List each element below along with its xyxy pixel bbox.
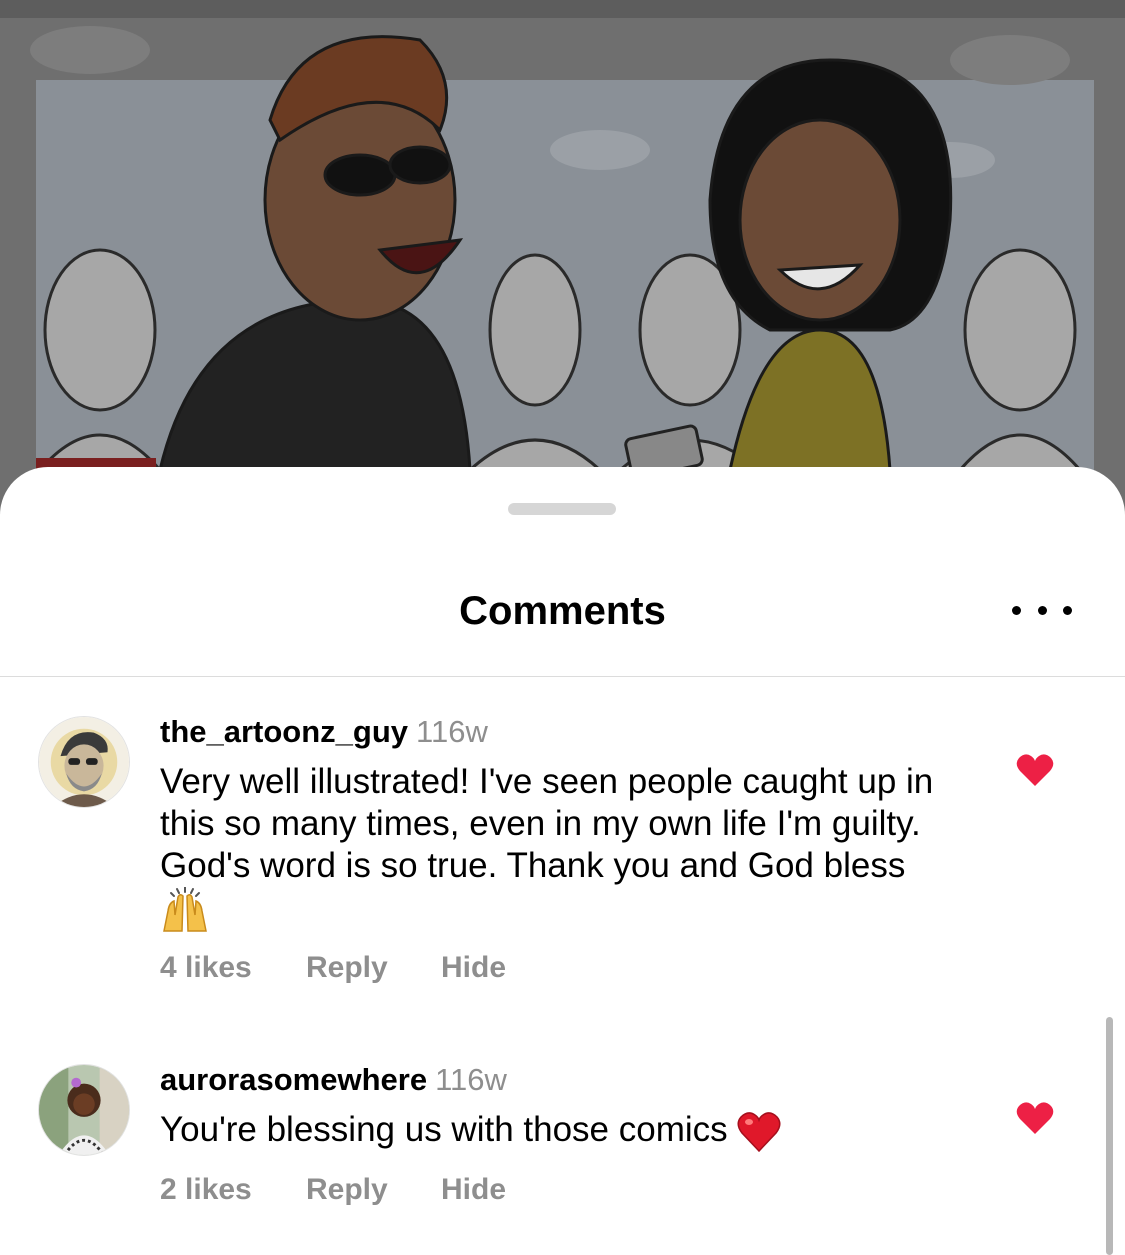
avatar-photo-icon bbox=[39, 1065, 129, 1155]
comment-actions: 4 likes Reply Hide bbox=[160, 951, 506, 985]
comment-username[interactable]: the_artoonz_guy bbox=[160, 714, 408, 749]
comment-body: You're blessing us with those comics bbox=[160, 1110, 728, 1149]
liked-heart-icon[interactable] bbox=[1016, 753, 1054, 787]
avatar[interactable] bbox=[38, 1064, 130, 1156]
hide-button[interactable]: Hide bbox=[441, 1173, 506, 1207]
avatar[interactable] bbox=[38, 716, 130, 808]
red-heart-emoji-icon bbox=[737, 1111, 781, 1152]
comment-header: the_artoonz_guy 116w bbox=[160, 714, 488, 750]
reply-button[interactable]: Reply bbox=[306, 951, 441, 985]
comic-illustration bbox=[30, 26, 1094, 520]
comment-actions: 2 likes Reply Hide bbox=[160, 1173, 506, 1207]
comment-timestamp: 116w bbox=[416, 714, 488, 749]
comment-body: Very well illustrated! I've seen people … bbox=[160, 762, 934, 885]
dot bbox=[1037, 605, 1047, 615]
dot bbox=[1063, 605, 1072, 615]
comment-username[interactable]: aurorasomewhere bbox=[160, 1062, 427, 1097]
comment-header: aurorasomewhere 116w bbox=[160, 1062, 507, 1098]
likes-count[interactable]: 2 likes bbox=[160, 1173, 306, 1207]
raising-hands-emoji-icon bbox=[163, 887, 207, 932]
post-image bbox=[0, 0, 1125, 520]
comment-text: You're blessing us with those comics bbox=[160, 1109, 960, 1153]
hide-button[interactable]: Hide bbox=[441, 951, 506, 985]
scrollbar[interactable] bbox=[1106, 1017, 1113, 1255]
liked-heart-icon[interactable] bbox=[1016, 1101, 1054, 1135]
screen: Comments the_artoonz_guy 116w Very well … bbox=[0, 0, 1125, 1255]
header-divider bbox=[0, 676, 1125, 677]
comment-text: Very well illustrated! I've seen people … bbox=[160, 761, 960, 933]
dot bbox=[1012, 605, 1021, 615]
sheet-grabber-handle[interactable] bbox=[508, 503, 616, 515]
sheet-title: Comments bbox=[459, 589, 666, 633]
comments-sheet: Comments the_artoonz_guy 116w Very well … bbox=[0, 467, 1125, 1255]
likes-count[interactable]: 4 likes bbox=[160, 951, 306, 985]
comment-timestamp: 116w bbox=[435, 1062, 507, 1097]
reply-button[interactable]: Reply bbox=[306, 1173, 441, 1207]
avatar-illustration-icon bbox=[39, 717, 129, 807]
more-horizontal-icon[interactable] bbox=[1012, 597, 1072, 623]
